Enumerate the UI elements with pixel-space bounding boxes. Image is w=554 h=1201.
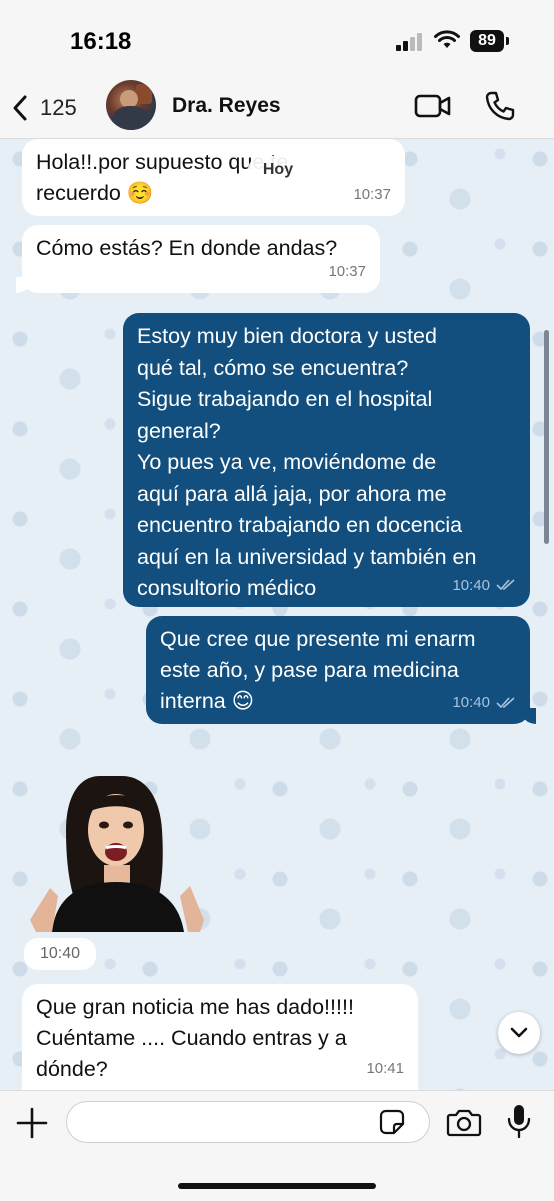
message-time: 10:37	[353, 186, 391, 203]
message-time: 10:40	[452, 576, 490, 594]
video-call-icon[interactable]	[414, 92, 452, 120]
message-incoming[interactable]: Cómo estás? En donde andas? 10:37	[16, 225, 380, 293]
message-time: 10:40	[452, 694, 490, 711]
message-text: Cómo estás? En donde andas?	[36, 236, 338, 260]
chat-header: 125 Dra. Reyes	[0, 78, 554, 139]
message-outgoing[interactable]: Que cree que presente mi enarm este año,…	[146, 616, 536, 724]
scrollbar[interactable]	[544, 330, 549, 544]
message-incoming[interactable]: Que gran noticia me has dado!!!!! Cuénta…	[22, 984, 418, 1090]
phone-call-icon[interactable]	[484, 90, 516, 122]
plus-icon[interactable]	[16, 1107, 48, 1139]
battery-tip	[506, 37, 509, 45]
contact-name[interactable]: Dra. Reyes	[172, 94, 281, 118]
sticker-image[interactable]	[22, 770, 212, 932]
microphone-icon[interactable]	[506, 1103, 532, 1139]
double-check-icon	[496, 579, 515, 591]
sticker-icon[interactable]	[378, 1108, 406, 1136]
message-text: Estoy muy bien doctora y usted qué tal, …	[137, 324, 477, 600]
message-time: 10:40	[24, 938, 96, 970]
battery-indicator: 89	[470, 30, 504, 52]
home-indicator	[178, 1183, 376, 1189]
avatar[interactable]	[106, 80, 156, 130]
message-outgoing[interactable]: Estoy muy bien doctora y usted qué tal, …	[123, 313, 530, 607]
signal-icon	[396, 33, 426, 51]
unread-count: 125	[40, 95, 77, 120]
composer-bar	[0, 1090, 554, 1201]
status-bar: 16:18 89	[0, 0, 554, 78]
status-time: 16:18	[70, 28, 132, 55]
chevron-left-icon	[13, 95, 27, 121]
back-button[interactable]: 125	[10, 92, 77, 124]
chevron-down-icon	[510, 1027, 528, 1038]
camera-icon[interactable]	[446, 1107, 482, 1137]
double-check-icon	[496, 696, 515, 708]
message-time: 10:41	[366, 1060, 404, 1077]
message-time: 10:37	[328, 263, 366, 280]
message-text: Que gran noticia me has dado!!!!! Cuénta…	[36, 995, 354, 1081]
wifi-icon	[434, 30, 460, 48]
date-separator: Hoy	[248, 156, 308, 184]
message-incoming[interactable]: Hola!!.por supuesto que te recuerdo ☺️ 1…	[22, 139, 405, 216]
scroll-to-bottom-button[interactable]	[498, 1012, 540, 1054]
message-text: Hola!!.por supuesto que te recuerdo ☺️	[36, 150, 288, 205]
message-input[interactable]	[66, 1101, 430, 1143]
